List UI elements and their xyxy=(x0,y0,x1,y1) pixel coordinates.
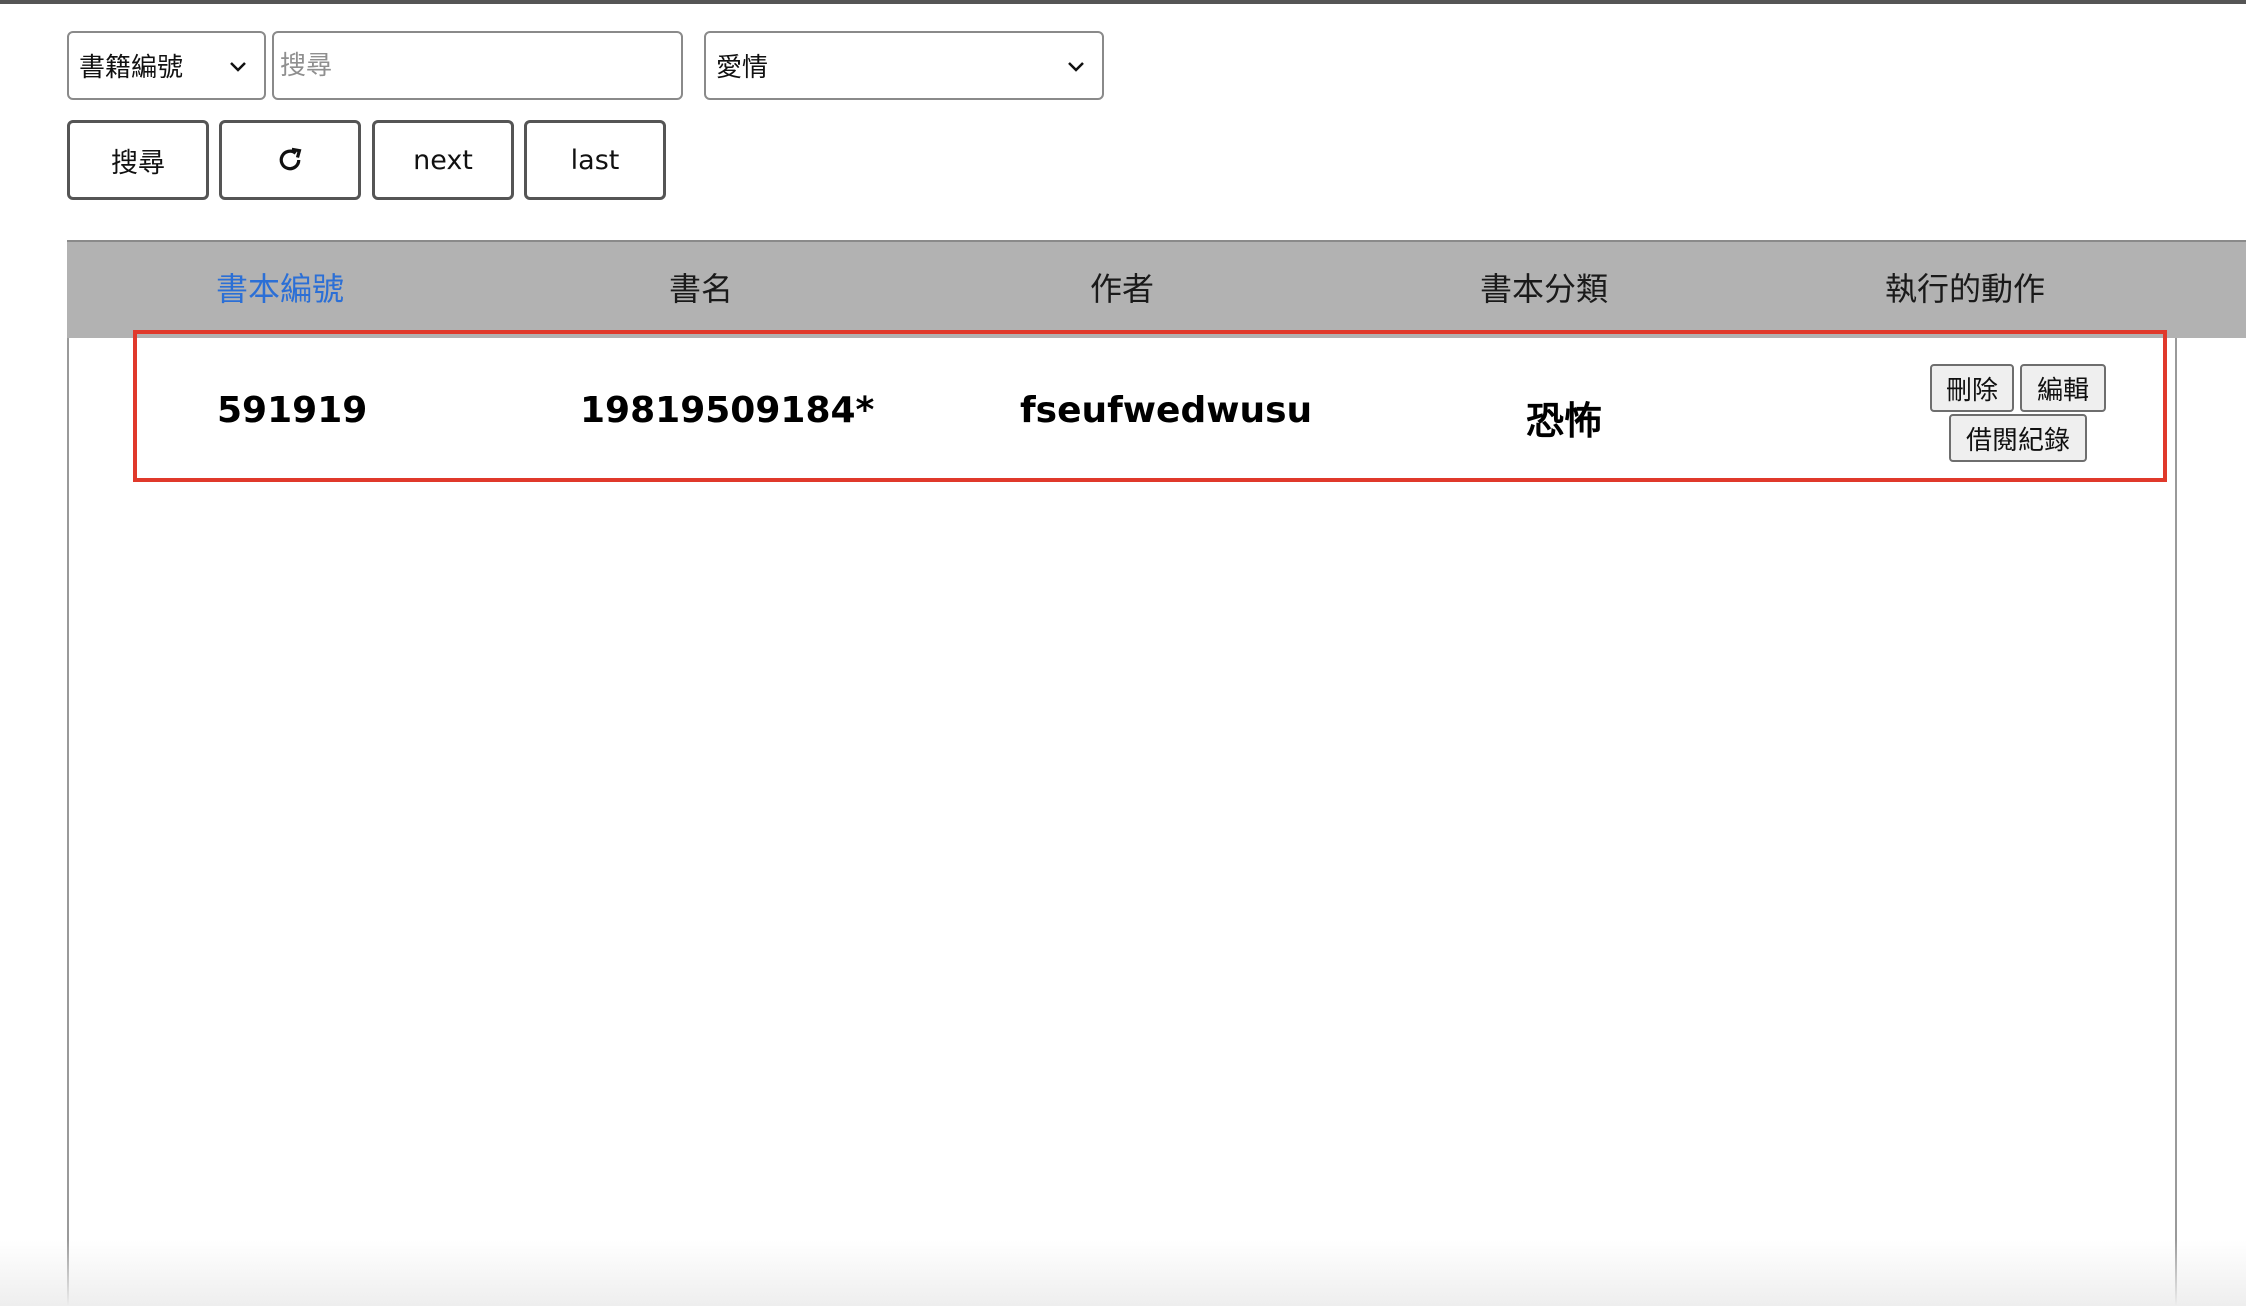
search-button[interactable]: 搜尋 xyxy=(67,120,209,200)
bottom-fade xyxy=(0,1240,2246,1306)
next-button-label: next xyxy=(413,144,473,176)
header-author[interactable]: 作者 xyxy=(1090,264,1154,310)
table-right-border xyxy=(2175,330,2177,1306)
header-title[interactable]: 書名 xyxy=(669,264,733,310)
last-button-label: last xyxy=(570,144,620,176)
field-select[interactable]: 書籍編號 xyxy=(67,31,266,100)
row-highlight-box xyxy=(133,330,2167,482)
table-header: 書本編號 書名 作者 書本分類 執行的動作 xyxy=(67,240,2246,338)
last-button[interactable]: last xyxy=(524,120,666,200)
header-category[interactable]: 書本分類 xyxy=(1480,264,1608,310)
category-select-value: 愛情 xyxy=(716,53,769,83)
search-button-label: 搜尋 xyxy=(111,147,165,179)
next-button[interactable]: next xyxy=(372,120,514,200)
category-select[interactable]: 愛情 xyxy=(704,31,1104,100)
search-input[interactable] xyxy=(272,31,683,100)
header-book-id[interactable]: 書本編號 xyxy=(216,264,344,310)
top-border xyxy=(0,0,2246,4)
chevron-down-icon xyxy=(230,61,246,72)
refresh-icon xyxy=(279,147,302,171)
field-select-value: 書籍編號 xyxy=(79,53,184,83)
chevron-down-icon xyxy=(1068,61,1084,72)
header-actions: 執行的動作 xyxy=(1884,270,2046,308)
refresh-button[interactable] xyxy=(219,120,361,200)
